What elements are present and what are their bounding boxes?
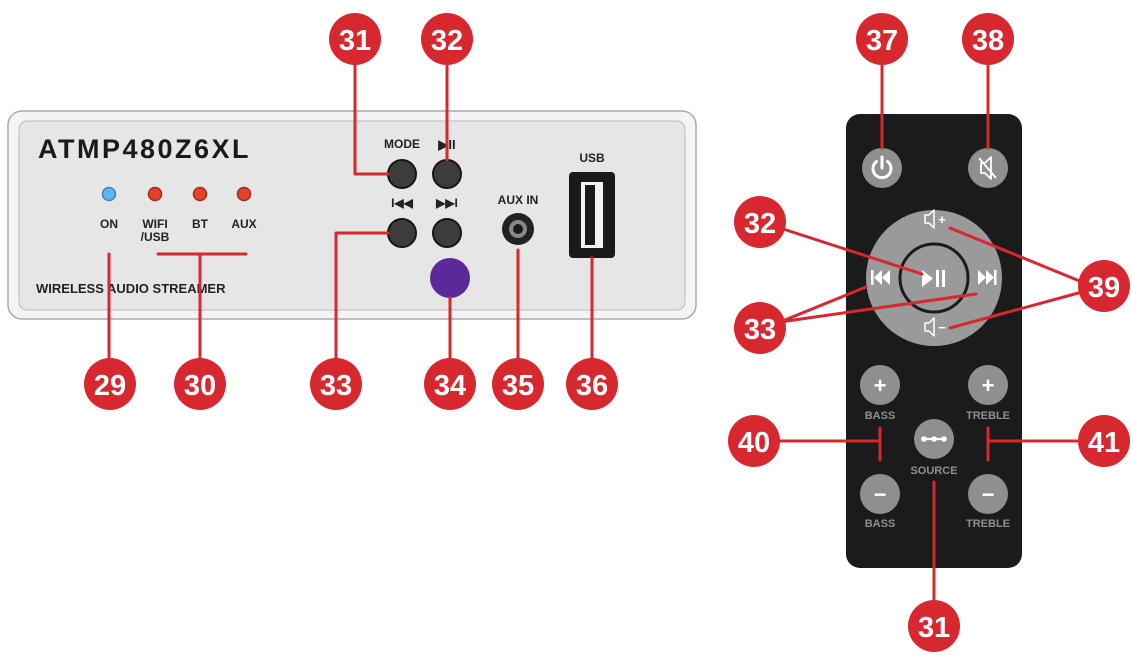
callout-31-panel: 31	[329, 13, 381, 65]
callout-32-panel-label: 32	[431, 25, 463, 57]
led-label-usb: /USB	[141, 230, 170, 244]
callout-33-remote-label: 33	[744, 314, 776, 346]
led-on	[101, 186, 117, 202]
bass-up-sign: +	[874, 373, 887, 398]
led-label-bt: BT	[192, 217, 209, 231]
callout-39-label: 39	[1088, 272, 1120, 304]
source-icon	[921, 436, 947, 442]
callout-40-label: 40	[738, 427, 770, 459]
usb-label: USB	[579, 151, 605, 165]
source-label: SOURCE	[910, 465, 957, 477]
callout-39: 39	[1078, 260, 1130, 312]
callout-31-panel-label: 31	[339, 25, 371, 57]
callout-31-remote: 31	[908, 600, 960, 652]
led-label-on: ON	[100, 217, 118, 231]
callout-36-label: 36	[576, 370, 608, 402]
led-bt	[192, 186, 208, 202]
model-name: ATMP480Z6XL	[38, 134, 251, 164]
aux-in-label: AUX IN	[498, 193, 539, 207]
callout-34: 34	[424, 358, 476, 410]
diagram-canvas: ATMP480Z6XL WIRELESS AUDIO STREAMER ON W…	[7, 13, 1130, 652]
callout-37-label: 37	[866, 25, 898, 57]
callout-41: 41	[1078, 415, 1130, 467]
callout-36: 36	[566, 358, 618, 410]
callout-29-label: 29	[94, 370, 126, 402]
callout-38: 38	[962, 13, 1014, 65]
play-pause-button[interactable]	[432, 159, 462, 189]
prev-label: I◀◀	[391, 196, 414, 210]
led-aux	[236, 186, 252, 202]
callout-35: 35	[492, 358, 544, 410]
led-label-aux: AUX	[231, 217, 256, 231]
remote-play-pause-button[interactable]	[898, 242, 970, 314]
callout-33-panel-label: 33	[320, 370, 352, 402]
callout-30: 30	[174, 358, 226, 410]
callout-32-remote: 32	[734, 196, 786, 248]
bass-down-label: BASS	[865, 518, 896, 530]
treble-down-label: TREBLE	[966, 518, 1010, 530]
usb-port-tongue	[585, 185, 595, 245]
callout-30-label: 30	[184, 370, 216, 402]
mode-button[interactable]	[387, 159, 417, 189]
callout-34-label: 34	[434, 370, 466, 402]
callout-38-label: 38	[972, 25, 1004, 57]
callout-32-panel: 32	[421, 13, 473, 65]
callout-29: 29	[84, 358, 136, 410]
callout-40: 40	[728, 415, 780, 467]
callout-35-label: 35	[502, 370, 534, 402]
callout-37: 37	[856, 13, 908, 65]
callout-33-panel: 33	[310, 358, 362, 410]
treble-up-label: TREBLE	[966, 410, 1010, 422]
aux-in-jack-hole	[513, 224, 523, 234]
led-wifi-usb	[147, 186, 163, 202]
led-label-wifi: WIFI	[142, 217, 167, 231]
treble-down-sign: −	[982, 482, 995, 507]
next-button[interactable]	[432, 218, 462, 248]
treble-up-sign: +	[982, 373, 995, 398]
callout-33-remote: 33	[734, 302, 786, 354]
bass-down-sign: −	[874, 482, 887, 507]
ir-receiver-window	[430, 258, 470, 298]
callout-32-remote-label: 32	[744, 208, 776, 240]
panel-subtitle: WIRELESS AUDIO STREAMER	[36, 281, 226, 296]
callout-31-remote-label: 31	[918, 612, 950, 644]
callout-41-label: 41	[1088, 427, 1120, 459]
next-label: ▶▶I	[435, 196, 458, 210]
volume-down-sign: −	[938, 320, 946, 335]
mode-label: MODE	[384, 137, 420, 151]
prev-button[interactable]	[387, 218, 417, 248]
volume-up-sign: +	[938, 212, 946, 227]
bass-up-label: BASS	[865, 410, 896, 422]
